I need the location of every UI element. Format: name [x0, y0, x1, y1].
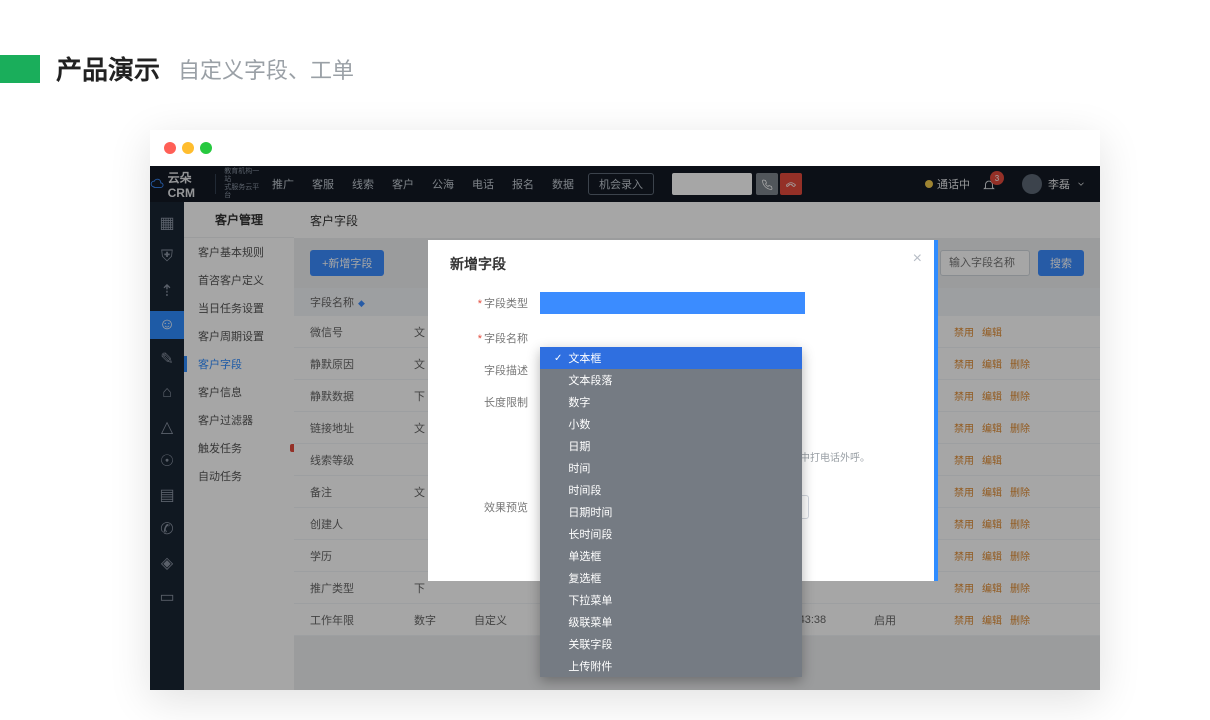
dropdown-option[interactable]: ✓日期时间 — [540, 501, 802, 523]
dropdown-option[interactable]: ✓数字 — [540, 391, 802, 413]
label-preview: 效果预览 — [484, 502, 528, 514]
field-type-select[interactable] — [540, 292, 805, 314]
label-field-desc: 字段描述 — [484, 365, 528, 377]
dropdown-option[interactable]: ✓时间段 — [540, 479, 802, 501]
dropdown-option[interactable]: ✓下拉菜单 — [540, 589, 802, 611]
window-traffic-lights — [164, 142, 212, 154]
dropdown-option[interactable]: ✓单选框 — [540, 545, 802, 567]
label-field-name: 字段名称 — [484, 333, 528, 345]
dropdown-option[interactable]: ✓小数 — [540, 413, 802, 435]
modal-title: 新增字段 — [450, 254, 912, 274]
label-field-type: 字段类型 — [484, 298, 528, 310]
app-window: 云朵CRM 教育机构一站式服务云平台 推广客服线索客户公海电话报名数据 机会录入… — [150, 130, 1100, 690]
page-subtitle: 自定义字段、工单 — [178, 53, 354, 85]
page-heading: 产品演示 自定义字段、工单 — [0, 50, 354, 87]
dropdown-option[interactable]: ✓日期 — [540, 435, 802, 457]
window-min-dot[interactable] — [182, 142, 194, 154]
dropdown-option[interactable]: ✓长时间段 — [540, 523, 802, 545]
accent-block — [0, 55, 40, 83]
add-field-modal: × 新增字段 *字段类型 *字段名称 字段描述 长度限制 客户备用电话 — [428, 240, 938, 581]
field-type-dropdown: ✓文本框✓文本段落✓数字✓小数✓日期✓时间✓时间段✓日期时间✓长时间段✓单选框✓… — [540, 347, 802, 677]
page-title: 产品演示 — [56, 50, 160, 87]
dropdown-option[interactable]: ✓文本段落 — [540, 369, 802, 391]
window-max-dot[interactable] — [200, 142, 212, 154]
app-body: 云朵CRM 教育机构一站式服务云平台 推广客服线索客户公海电话报名数据 机会录入… — [150, 166, 1100, 690]
check-icon: ✓ — [554, 353, 562, 364]
label-length-limit: 长度限制 — [484, 397, 528, 409]
window-close-dot[interactable] — [164, 142, 176, 154]
modal-close-button[interactable]: × — [913, 250, 922, 268]
dropdown-option[interactable]: ✓级联菜单 — [540, 611, 802, 633]
dropdown-option[interactable]: ✓时间 — [540, 457, 802, 479]
dropdown-option[interactable]: ✓上传附件 — [540, 655, 802, 677]
dropdown-option[interactable]: ✓关联字段 — [540, 633, 802, 655]
dropdown-option[interactable]: ✓复选框 — [540, 567, 802, 589]
dropdown-option[interactable]: ✓文本框 — [540, 347, 802, 369]
